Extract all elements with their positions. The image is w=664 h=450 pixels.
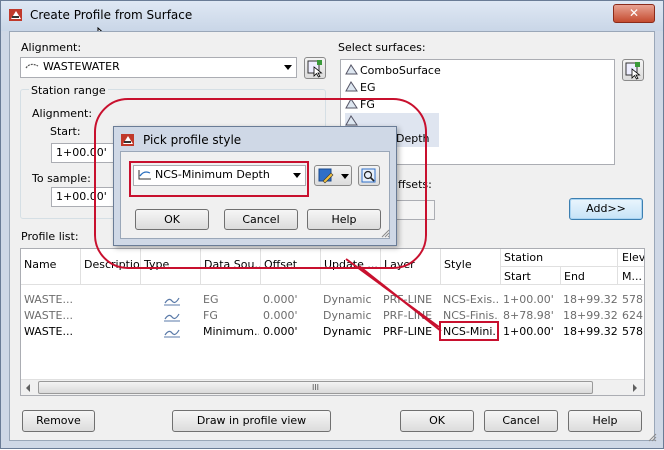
annotation-cell-highlight [439,321,499,341]
scrollbar-grip-icon: III [311,383,320,392]
elevation-min-label: M... [622,270,642,283]
table-row-selected[interactable]: WASTE... Minimum... 0.000' Dynamic PRF-L… [21,325,645,341]
surface-item[interactable]: ComboSurface [345,62,614,79]
cell-start: 1+00.00' [503,293,554,306]
cell-offset: 0.000' [263,309,298,322]
cancel-button-label: Cancel [502,414,540,427]
close-icon: ✕ [628,6,640,20]
cell-update: Dynamic [323,325,372,338]
select-surfaces-label: Select surfaces: [338,41,426,54]
alignment-select[interactable]: WASTEWATER [20,57,297,78]
help-button[interactable]: Help [568,410,642,432]
draw-in-profile-view-button[interactable]: Draw in profile view [172,410,331,432]
pick-from-drawing-icon [307,60,323,78]
cell-data-source: FG [203,309,218,322]
column-header-elevation[interactable]: Eleva [618,249,645,267]
pick-surface-button[interactable] [622,59,644,81]
column-header-start[interactable]: Start [501,267,561,285]
elevation-header-label: Eleva [622,251,645,264]
profile-type-icon [164,310,180,322]
alignment-label: Alignment: [21,41,82,54]
cancel-button[interactable]: Cancel [484,410,558,432]
cell-data-source: EG [203,293,219,306]
surface-item-label: EG [360,81,376,94]
column-header-station[interactable]: Station [501,249,618,267]
profile-type-icon [164,326,180,338]
cell-end: 18+99.32' [563,325,617,338]
draw-button-label: Draw in profile view [196,414,307,427]
cell-style: NCS-Exis... [443,293,499,306]
cell-update: Dynamic [323,293,372,306]
remove-button[interactable]: Remove [22,410,95,432]
annotation-style-highlight [129,161,309,197]
surface-icon [345,63,358,76]
pick-alignment-button[interactable] [304,57,326,79]
cell-start: 1+00.00' [503,325,554,338]
scroll-left-icon[interactable] [26,384,30,392]
cell-name: WASTE... [24,325,73,338]
horizontal-scrollbar[interactable]: III [21,379,644,395]
cell-elevation: 578. [622,325,645,338]
column-header-elevation-min[interactable]: M... [618,267,644,285]
window-title: Create Profile from Surface [30,8,193,22]
start-label: Start: [50,125,81,138]
create-profile-dialog: Create Profile from Surface ✕ Alignment:… [0,0,664,449]
cell-data-source: Minimum... [203,325,259,338]
cell-name: WASTE... [24,309,73,322]
resize-grip-icon[interactable] [647,432,657,442]
profile-list-label: Profile list: [21,230,79,243]
chevron-down-icon [284,65,292,70]
table-row[interactable]: WASTE... EG 0.000' Dynamic PRF-LINE NCS-… [21,293,645,309]
cell-offset: 0.000' [263,293,298,306]
surface-item[interactable]: EG [345,79,614,96]
cell-layer: PRF-LINE [383,309,433,322]
cell-layer: PRF-LINE [383,325,433,338]
ok-button[interactable]: OK [400,410,474,432]
surface-item-label: ComboSurface [360,64,441,77]
table-row[interactable]: WASTE... FG 0.000' Dynamic PRF-LINE NCS-… [21,309,644,325]
cell-name: WASTE... [24,293,73,306]
close-button[interactable]: ✕ [613,4,655,23]
cell-elevation: 578. [622,293,645,306]
end-header-label: End [564,270,585,283]
cell-update: Dynamic [323,309,372,322]
help-button-label: Help [592,414,618,427]
cell-elevation: 624.0 [622,309,644,322]
cell-offset: 0.000' [263,325,298,338]
cell-layer: PRF-LINE [383,293,433,306]
scroll-right-icon[interactable] [633,384,637,392]
to-sample-label: To sample: [32,172,91,185]
alignment-icon [25,59,39,69]
add-button-label: Add>> [586,202,626,215]
remove-button-label: Remove [36,414,81,427]
start-header-label: Start [504,270,531,283]
station-alignment-label: Alignment: [32,107,93,120]
station-range-label: Station range [29,84,108,97]
ok-button-label: OK [429,414,445,427]
cell-end: 18+99.32' [563,293,617,306]
pick-from-drawing-icon [625,62,641,80]
cell-end: 18+99.32' [563,309,617,322]
station-header-label: Station [504,251,544,264]
scrollbar-thumb[interactable]: III [38,381,593,394]
cell-start: 8+78.98' [503,309,554,322]
surface-icon [345,80,358,93]
column-header-end[interactable]: End [561,267,618,285]
column-header-name[interactable]: Name [21,249,81,285]
add-button[interactable]: Add>> [569,198,643,220]
alignment-value: WASTEWATER [43,60,120,73]
profile-type-icon [164,294,180,306]
column-header-style[interactable]: Style [441,249,501,285]
civil3d-app-icon [8,7,24,23]
profile-list-table[interactable]: Name Description Type Data Sou... Offset… [20,248,645,396]
